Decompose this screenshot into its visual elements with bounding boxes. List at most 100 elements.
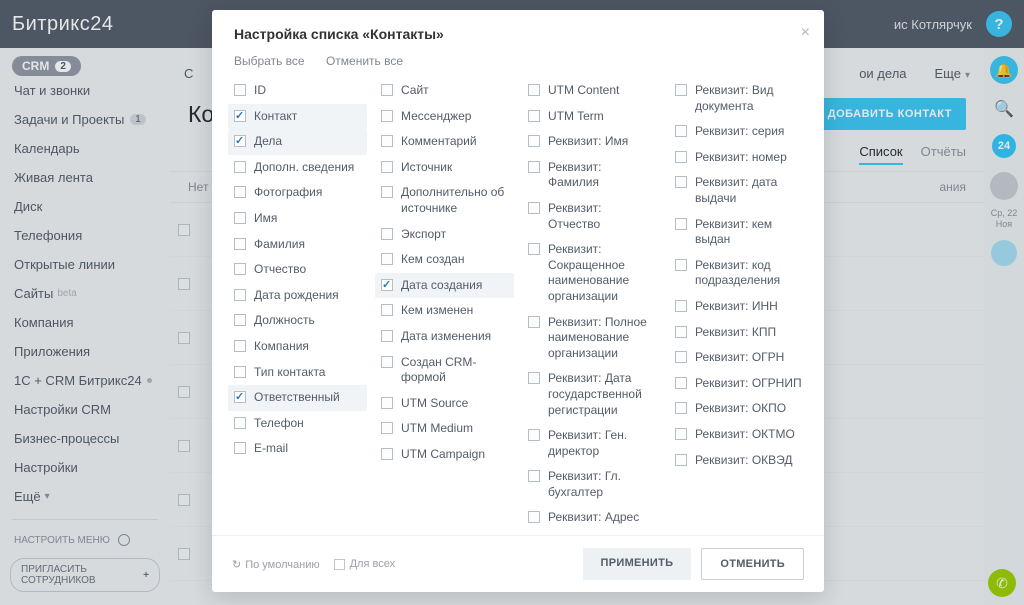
column-option[interactable]: Имя <box>228 206 367 232</box>
checkbox-icon <box>675 125 687 137</box>
checkbox-icon <box>381 135 393 147</box>
checkbox-icon <box>381 161 393 173</box>
column-option-label: ID <box>254 83 266 99</box>
close-icon[interactable]: × <box>801 24 810 42</box>
column-option-label: Реквизит: ИНН <box>695 299 778 315</box>
column-option[interactable]: Реквизит: номер <box>669 145 808 171</box>
column-option[interactable]: ID <box>228 78 367 104</box>
column-option[interactable]: Реквизит: Фамилия <box>522 155 661 196</box>
column-option-label: Реквизит: Вид документа <box>695 83 802 114</box>
column-option[interactable]: Фамилия <box>228 232 367 258</box>
column-option[interactable]: Тип контакта <box>228 360 367 386</box>
column-option[interactable]: Дата изменения <box>375 324 514 350</box>
column-option[interactable]: Реквизит: ОГРНИП <box>669 371 808 397</box>
column-option[interactable]: Реквизит: Адрес <box>522 505 661 531</box>
column-option[interactable]: Реквизит: КПП <box>669 320 808 346</box>
checkbox-icon <box>675 218 687 230</box>
column-option[interactable]: Комментарий <box>375 129 514 155</box>
checkbox-icon <box>675 176 687 188</box>
column-option[interactable]: Реквизит: Дата государственной регистрац… <box>522 366 661 423</box>
column-option[interactable]: Реквизит: Сокращенное наименование орган… <box>522 237 661 309</box>
column-option-label: Тип контакта <box>254 365 325 381</box>
column-option[interactable]: UTM Campaign <box>375 442 514 468</box>
column-option[interactable]: Кем изменен <box>375 298 514 324</box>
checkbox-icon <box>528 372 540 384</box>
checkbox-icon <box>675 259 687 271</box>
column-option[interactable]: Создан CRM-формой <box>375 350 514 391</box>
checkbox-icon <box>234 186 246 198</box>
column-option-label: Фамилия <box>254 237 305 253</box>
column-option-label: Дела <box>254 134 282 150</box>
checkbox-icon <box>234 340 246 352</box>
column-option[interactable]: Экспорт <box>375 222 514 248</box>
column-option[interactable]: Отчество <box>228 257 367 283</box>
column-option[interactable]: Реквизит: Гл. бухгалтер <box>522 464 661 505</box>
column-option-label: Реквизит: Полное наименование организаци… <box>548 315 655 362</box>
column-option[interactable]: Реквизит: кем выдан <box>669 212 808 253</box>
apply-button[interactable]: ПРИМЕНИТЬ <box>583 548 692 580</box>
column-option[interactable]: Сайт <box>375 78 514 104</box>
column-option-label: Реквизит: ОКПО <box>695 401 786 417</box>
column-option-label: UTM Medium <box>401 421 473 437</box>
checkbox-icon <box>675 402 687 414</box>
column-option[interactable]: Реквизит: Ген. директор <box>522 423 661 464</box>
checkbox-icon <box>234 110 246 122</box>
cancel-button[interactable]: ОТМЕНИТЬ <box>701 548 804 580</box>
column-option-label: Дата рождения <box>254 288 339 304</box>
column-option[interactable]: Контакт <box>228 104 367 130</box>
checkbox-icon <box>528 84 540 96</box>
column-option-label: Реквизит: ОГРН <box>695 350 784 366</box>
column-option[interactable]: Должность <box>228 308 367 334</box>
column-option[interactable]: Реквизит: ОГРН <box>669 345 808 371</box>
column-option[interactable]: Реквизит: Вид документа <box>669 78 808 119</box>
column-option[interactable]: Ответственный <box>228 385 367 411</box>
column-option[interactable]: Реквизит: ОКПО <box>669 396 808 422</box>
column-option[interactable]: Телефон <box>228 411 367 437</box>
column-option[interactable]: Дела <box>228 129 367 155</box>
for-all-checkbox[interactable]: Для всех <box>334 558 395 570</box>
column-option[interactable]: Дата рождения <box>228 283 367 309</box>
column-option[interactable]: Компания <box>228 334 367 360</box>
column-option[interactable]: Источник <box>375 155 514 181</box>
checkbox-icon <box>234 84 246 96</box>
column-option-label: UTM Source <box>401 396 468 412</box>
column-option[interactable]: Дата создания <box>375 273 514 299</box>
column-option-label: Реквизит: Имя <box>548 134 628 150</box>
column-option[interactable]: Кем создан <box>375 247 514 273</box>
column-option-label: Реквизит: КПП <box>695 325 776 341</box>
column-option-label: Сайт <box>401 83 429 99</box>
column-option[interactable]: Реквизит: ОКВЭД <box>669 448 808 474</box>
column-option-label: Реквизит: Дата государственной регистрац… <box>548 371 655 418</box>
checkbox-icon <box>234 366 246 378</box>
reset-link[interactable]: По умолчанию <box>232 558 320 571</box>
column-option[interactable]: Фотография <box>228 180 367 206</box>
column-option-label: Реквизит: ОГРНИП <box>695 376 802 392</box>
column-option[interactable]: Реквизит: ИНН <box>669 294 808 320</box>
column-option[interactable]: UTM Source <box>375 391 514 417</box>
column-option-label: Источник <box>401 160 452 176</box>
column-option[interactable]: UTM Content <box>522 78 661 104</box>
column-option[interactable]: UTM Medium <box>375 416 514 442</box>
column-option[interactable]: Дополн. сведения <box>228 155 367 181</box>
column-option[interactable]: UTM Term <box>522 104 661 130</box>
column-option[interactable]: Реквизит: Имя <box>522 129 661 155</box>
checkbox-icon <box>234 442 246 454</box>
column-option[interactable]: Реквизит: код подразделения <box>669 253 808 294</box>
checkbox-icon <box>675 300 687 312</box>
select-all-link[interactable]: Выбрать все <box>234 54 305 68</box>
column-option[interactable]: Реквизит: Полное наименование организаци… <box>522 310 661 367</box>
column-option[interactable]: E-mail <box>228 436 367 462</box>
column-option[interactable]: Реквизит: дата выдачи <box>669 170 808 211</box>
deselect-all-link[interactable]: Отменить все <box>326 54 403 68</box>
column-option-label: Дата создания <box>401 278 482 294</box>
column-option[interactable]: Мессенджер <box>375 104 514 130</box>
column-option[interactable]: Дополнительно об источнике <box>375 180 514 221</box>
column-option[interactable]: Реквизит: серия <box>669 119 808 145</box>
checkbox-icon <box>234 238 246 250</box>
column-option[interactable]: Реквизит: ОКТМО <box>669 422 808 448</box>
column-option[interactable]: Реквизит: Отчество <box>522 196 661 237</box>
checkbox-icon <box>234 212 246 224</box>
column-option-label: Отчество <box>254 262 306 278</box>
column-option-label: Реквизит: Сокращенное наименование орган… <box>548 242 655 304</box>
column-option-label: Ответственный <box>254 390 340 406</box>
